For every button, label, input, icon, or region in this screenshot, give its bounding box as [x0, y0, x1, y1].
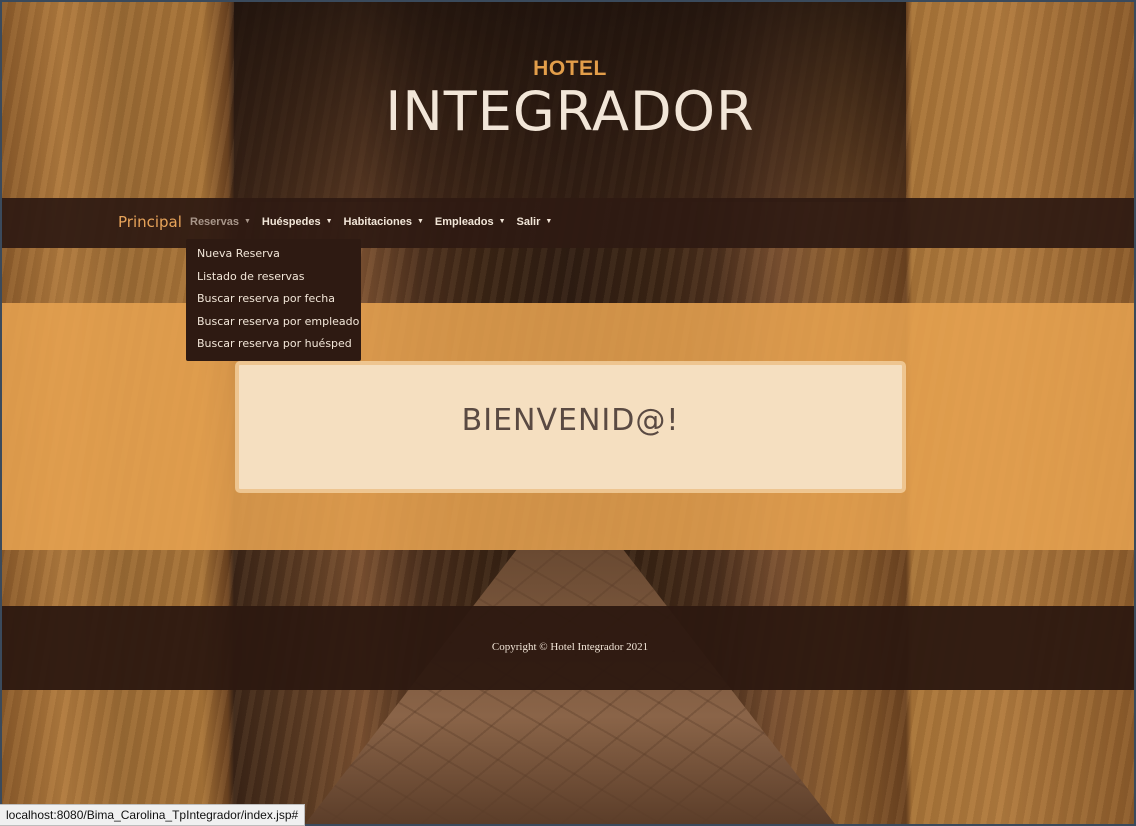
nav-item-habitaciones[interactable]: Habitaciones ▼	[344, 216, 424, 228]
copyright-text: Copyright © Hotel Integrador 2021	[491, 641, 649, 653]
menu-item-listado-reservas[interactable]: Listado de reservas	[186, 268, 361, 291]
menu-item-nueva-reserva[interactable]: Nueva Reserva	[186, 245, 361, 268]
nav-home-link[interactable]: Principal	[118, 213, 182, 231]
nav-menu: Reservas ▼ Huéspedes ▼ Habitaciones ▼ Emple…	[190, 216, 563, 228]
brand-title: INTEGRADOR	[385, 80, 755, 143]
status-bar-url: localhost:8080/Bima_Carolina_TpIntegrado…	[0, 804, 306, 826]
main-navbar: Principal Reservas ▼ Huéspedes ▼ Habitacio…	[2, 198, 1134, 248]
menu-item-buscar-por-fecha[interactable]: Buscar reserva por fecha	[186, 290, 361, 313]
caret-down-icon: ▼	[545, 218, 553, 225]
nav-item-empleados[interactable]: Empleados ▼	[435, 216, 506, 228]
nav-item-label: Empleados	[434, 216, 494, 228]
nav-item-reservas[interactable]: Reservas ▼	[190, 216, 251, 228]
welcome-heading: BIENVENID@!	[461, 403, 680, 438]
reservas-dropdown-menu: Nueva Reserva Listado de reservas Buscar…	[186, 239, 361, 361]
caret-down-icon: ▼	[416, 218, 424, 225]
nav-item-label: Reservas	[190, 216, 239, 228]
site-brand: HOTEL INTEGRADOR	[2, 57, 1134, 143]
browser-viewport: HOTEL INTEGRADOR Principal Reservas ▼ Hué…	[0, 0, 1136, 826]
caret-down-icon: ▼	[498, 218, 506, 225]
nav-item-label: Huéspedes	[261, 216, 321, 228]
page-footer: Copyright © Hotel Integrador 2021	[2, 606, 1134, 690]
nav-item-salir[interactable]: Salir ▼	[517, 216, 553, 228]
caret-down-icon: ▼	[325, 218, 333, 225]
caret-down-icon: ▼	[243, 218, 251, 225]
nav-item-label: Salir	[516, 216, 541, 228]
brand-hotel-label: HOTEL	[533, 57, 607, 80]
welcome-card: BIENVENID@!	[236, 362, 905, 492]
menu-item-buscar-por-huesped[interactable]: Buscar reserva por huésped	[186, 335, 361, 358]
menu-item-buscar-por-empleado[interactable]: Buscar reserva por empleado	[186, 313, 361, 336]
nav-item-label: Habitaciones	[343, 216, 412, 228]
nav-item-huespedes[interactable]: Huéspedes ▼	[262, 216, 333, 228]
